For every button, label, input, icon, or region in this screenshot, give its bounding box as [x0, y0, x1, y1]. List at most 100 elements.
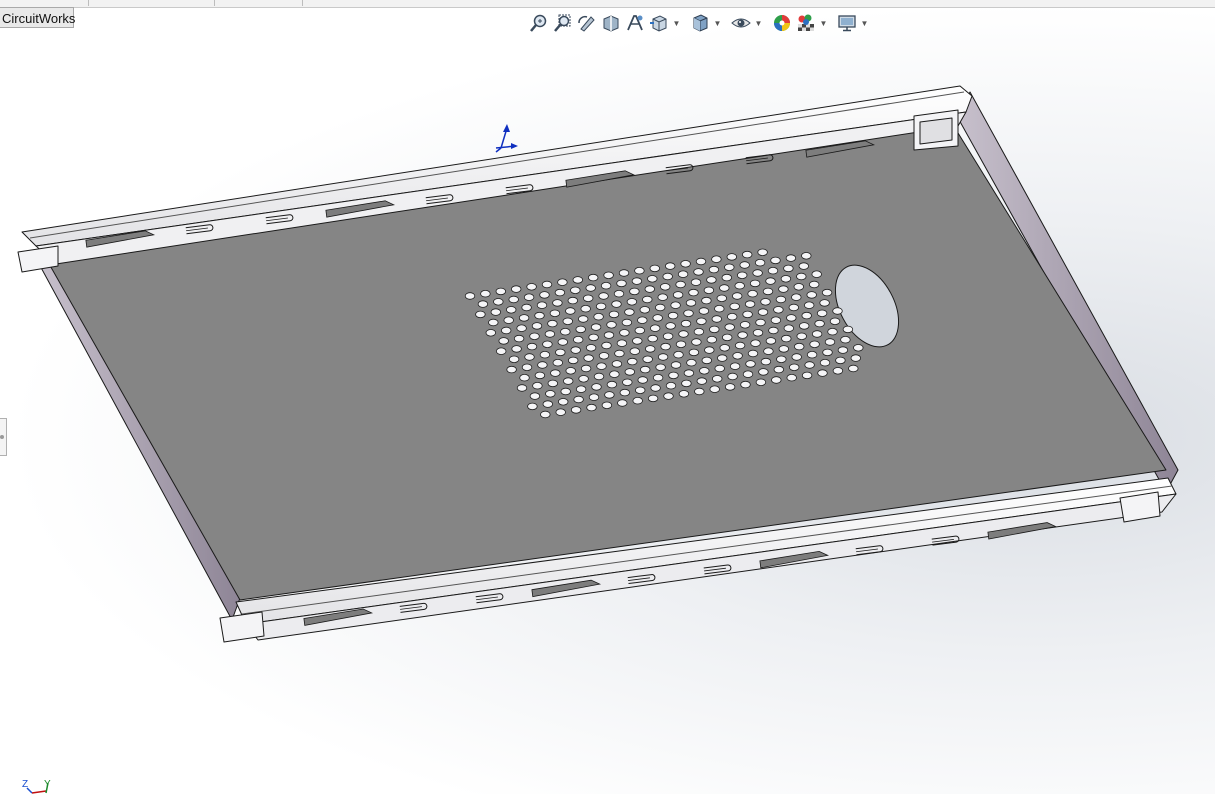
vent-hole [542, 340, 553, 348]
vent-hole [477, 300, 489, 308]
vent-hole [765, 337, 777, 345]
vent-hole [801, 371, 813, 380]
vent-hole [601, 401, 613, 409]
vent-hole [716, 294, 728, 302]
vent-hole [809, 280, 820, 289]
vent-hole [547, 319, 558, 328]
vent-hole [742, 370, 754, 378]
vent-hole [632, 397, 643, 405]
vent-hole [796, 272, 807, 281]
vent-hole [590, 323, 602, 331]
vent-hole [580, 305, 591, 313]
vent-hole [829, 317, 841, 325]
vent-hole [814, 319, 825, 328]
side-panel-handle[interactable] [0, 418, 7, 456]
vent-hole [631, 277, 643, 285]
vent-hole [670, 361, 682, 369]
vent-hole [776, 355, 787, 363]
vent-hole [629, 347, 641, 355]
vent-hole [809, 340, 820, 348]
vent-hole [529, 332, 540, 340]
vent-hole [739, 321, 751, 329]
vent-hole [541, 280, 553, 289]
vent-hole [688, 348, 700, 357]
vent-hole [604, 391, 615, 399]
vent-hole [560, 387, 571, 396]
vent-hole [578, 315, 589, 323]
vent-hole [662, 332, 674, 340]
vent-hole [717, 354, 728, 362]
vent-hole [634, 326, 646, 335]
vent-hole [647, 394, 659, 403]
vent-hole [822, 348, 833, 357]
vent-hole [639, 306, 651, 314]
vent-hole [665, 382, 677, 390]
vent-hole [583, 354, 594, 362]
vent-hole [796, 332, 807, 340]
vent-hole [699, 367, 710, 375]
vent-hole [783, 324, 795, 332]
vent-hole [786, 374, 797, 382]
vent-hole [601, 341, 612, 350]
vent-hole [637, 376, 648, 384]
vent-hole [547, 379, 559, 388]
vent-hole [696, 377, 708, 385]
vent-hole [670, 301, 681, 309]
vent-hole [585, 344, 597, 352]
vent-hole [781, 334, 792, 343]
vent-hole [786, 314, 797, 322]
vent-hole [673, 351, 684, 359]
vent-hole [511, 285, 522, 293]
vent-hole [695, 257, 707, 266]
vent-hole [734, 341, 746, 350]
vent-hole [758, 368, 769, 376]
vent-hole [724, 323, 735, 331]
vent-hole [603, 331, 615, 339]
vent-hole [563, 377, 574, 385]
vent-hole [789, 363, 800, 371]
vent-hole [650, 324, 661, 332]
graphics-area[interactable] [0, 0, 1215, 794]
vent-hole [770, 256, 781, 265]
vent-hole [788, 303, 800, 312]
vent-hole [506, 365, 517, 374]
vent-hole [714, 305, 725, 313]
vent-hole [516, 324, 527, 332]
vent-hole [524, 353, 535, 361]
vent-hole [488, 318, 499, 327]
vent-hole [521, 303, 532, 312]
vent-hole [819, 359, 831, 367]
vent-hole [565, 367, 576, 375]
vent-hole [694, 387, 705, 396]
vent-hole [727, 372, 738, 381]
vent-hole [747, 349, 759, 358]
vent-hole [775, 295, 787, 304]
vent-hole [693, 268, 704, 276]
vent-hole [747, 290, 758, 298]
vent-hole [652, 374, 664, 382]
vent-hole [527, 402, 538, 411]
vent-hole [650, 384, 661, 392]
vent-hole [739, 261, 750, 269]
vent-hole [780, 275, 792, 283]
vent-hole [727, 313, 738, 321]
vent-hole [719, 344, 730, 352]
vent-hole [662, 272, 673, 281]
vent-hole [575, 325, 586, 334]
vent-hole [560, 328, 571, 336]
vent-hole [821, 288, 833, 297]
vent-hole [712, 375, 723, 383]
vent-hole [539, 351, 551, 359]
vent-hole [773, 365, 785, 374]
vent-hole [794, 342, 805, 351]
vent-hole [793, 283, 805, 291]
vent-hole [672, 291, 684, 299]
vent-hole [536, 301, 548, 309]
vent-hole [518, 314, 530, 322]
vent-hole [767, 267, 779, 275]
vent-hole [588, 333, 599, 342]
vent-hole [709, 325, 720, 334]
vent-hole [613, 290, 625, 298]
vent-hole [624, 368, 636, 376]
vent-hole [496, 347, 507, 355]
